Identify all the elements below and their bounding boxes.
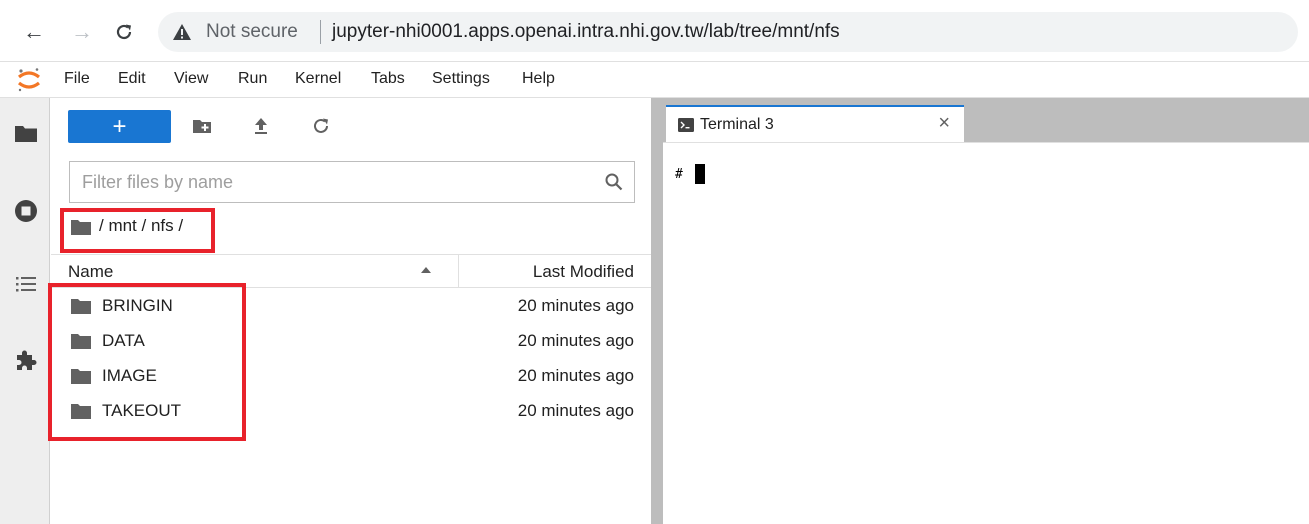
column-name-header[interactable]: Name xyxy=(68,262,113,282)
jupyter-logo-icon xyxy=(18,68,40,92)
back-arrow-icon[interactable]: ← xyxy=(20,18,48,46)
filter-box xyxy=(69,161,635,203)
column-divider xyxy=(458,255,459,288)
security-status[interactable]: Not secure xyxy=(206,21,298,43)
column-modified-header[interactable]: Last Modified xyxy=(533,262,634,282)
menu-edit[interactable]: Edit xyxy=(118,70,146,88)
warning-icon xyxy=(173,24,191,40)
tab-terminal-3[interactable]: Terminal 3 × xyxy=(666,105,964,142)
file-modified: 20 minutes ago xyxy=(517,296,634,315)
menu-tabs[interactable]: Tabs xyxy=(371,70,405,88)
search-icon xyxy=(605,173,623,191)
table-of-contents-icon[interactable] xyxy=(13,271,39,297)
sort-ascending-icon xyxy=(421,267,431,273)
menu-settings[interactable]: Settings xyxy=(432,70,490,88)
running-stop-icon[interactable] xyxy=(13,198,39,224)
menu-bar: File Edit View Run Kernel Tabs Settings … xyxy=(0,62,1309,98)
terminal-prompt: # xyxy=(675,167,683,182)
menu-file[interactable]: File xyxy=(64,70,90,88)
upload-icon[interactable] xyxy=(250,115,272,137)
new-launcher-button[interactable]: + xyxy=(68,110,171,143)
url-text[interactable]: jupyter-nhi0001.apps.openai.intra.nhi.go… xyxy=(332,21,840,43)
annotation-box-file-list xyxy=(48,283,246,441)
url-separator xyxy=(320,20,321,44)
menu-run[interactable]: Run xyxy=(238,70,267,88)
menu-view[interactable]: View xyxy=(174,70,208,88)
annotation-box-breadcrumb xyxy=(60,208,215,253)
address-bar[interactable]: Not secure jupyter-nhi0001.apps.openai.i… xyxy=(158,12,1298,52)
close-icon[interactable]: × xyxy=(938,112,950,135)
main-dock-area: Terminal 3 × # xyxy=(663,98,1309,524)
new-folder-icon[interactable] xyxy=(191,115,213,137)
file-modified: 20 minutes ago xyxy=(517,401,634,420)
file-modified: 20 minutes ago xyxy=(517,366,634,385)
new-launcher-label: + xyxy=(112,112,127,140)
terminal-view[interactable]: # xyxy=(663,142,1309,524)
menu-kernel[interactable]: Kernel xyxy=(295,70,341,88)
reload-icon[interactable] xyxy=(110,18,138,46)
file-modified: 20 minutes ago xyxy=(517,331,634,350)
forward-arrow-icon[interactable]: → xyxy=(68,18,96,46)
refresh-icon[interactable] xyxy=(310,115,332,137)
filter-files-input[interactable] xyxy=(70,162,590,202)
panel-splitter[interactable] xyxy=(651,98,663,524)
folder-icon[interactable] xyxy=(13,120,39,146)
browser-toolbar: ← → Not secure jupyter-nhi0001.apps.open… xyxy=(0,0,1309,62)
tab-label: Terminal 3 xyxy=(700,116,774,133)
terminal-cursor xyxy=(695,164,705,184)
tab-bar: Terminal 3 × xyxy=(663,98,1309,142)
extension-puzzle-icon[interactable] xyxy=(13,346,39,372)
menu-help[interactable]: Help xyxy=(522,70,555,88)
left-activity-bar xyxy=(0,98,50,524)
terminal-icon xyxy=(678,118,694,132)
